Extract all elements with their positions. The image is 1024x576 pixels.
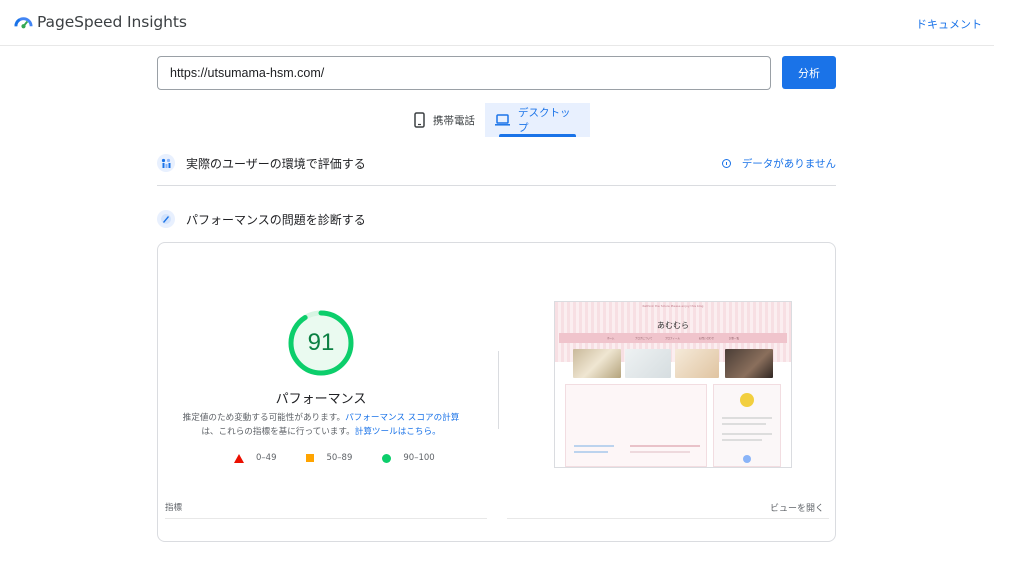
legend-poor-range: 0–49	[256, 453, 277, 463]
lighthouse-icon	[157, 210, 175, 228]
performance-label: パフォーマンス	[275, 392, 367, 407]
lab-data-title: パフォーマンスの問題を診断する	[186, 212, 366, 227]
app-header: PageSpeed Insights ドキュメント	[0, 0, 994, 46]
score-calculation-link[interactable]: パフォーマンス スコアの計算	[345, 413, 459, 423]
legend-average: 50–89	[306, 453, 352, 463]
screenshot-nav-item: お問い合わせ	[699, 337, 715, 340]
legend-average-range: 50–89	[326, 453, 353, 463]
no-data-text: データがありません	[741, 157, 836, 170]
screenshot-image	[675, 349, 719, 378]
performance-score: 91	[307, 329, 335, 356]
no-data-notice[interactable]: データがありません	[721, 156, 836, 171]
expand-view-toggle[interactable]: ビューを開く	[770, 501, 824, 514]
screenshot-image	[625, 349, 671, 378]
score-description: 推定値のため変動する可能性があります。パフォーマンス スコアの計算 は、これらの…	[178, 411, 464, 439]
circle-icon	[382, 453, 392, 463]
device-tabs: 携帯電話 デスクトップ	[404, 103, 590, 137]
metrics-heading: 指標	[165, 503, 183, 513]
legend-poor: 0–49	[234, 453, 276, 463]
metrics-divider	[507, 518, 829, 519]
docs-link[interactable]: ドキュメント	[916, 16, 982, 32]
performance-card: 91 パフォーマンス 推定値のため変動する可能性があります。パフォーマンス スコ…	[157, 242, 836, 542]
legend-good: 90–100	[382, 453, 435, 463]
laptop-icon	[495, 114, 510, 126]
score-legend: 0–49 50–89 90–100	[234, 453, 465, 463]
screenshot-image	[573, 349, 621, 378]
screenshot-nav-item: プロフィール	[665, 337, 680, 340]
url-input[interactable]	[157, 56, 771, 90]
tab-desktop[interactable]: デスクトップ	[485, 103, 590, 137]
legend-good-range: 90–100	[403, 453, 435, 463]
screenshot-sidebar	[713, 384, 781, 467]
tab-mobile[interactable]: 携帯電話	[404, 103, 485, 137]
screenshot-top-banner: Rethink the future Please enjoy this blo…	[642, 304, 704, 308]
field-data-title: 実際のユーザーの環境で評価する	[186, 156, 366, 171]
desc-text-2: は、これらの指標を基に行っています。	[201, 427, 355, 437]
metrics-divider	[165, 518, 487, 519]
screenshot-nav-item: 記事一覧	[729, 337, 740, 340]
screenshot-image	[725, 349, 773, 378]
screenshot-main-content	[565, 384, 707, 467]
screenshot-site-title: あむむら	[657, 321, 689, 330]
smartphone-icon	[414, 112, 425, 128]
calculator-link[interactable]: 計算ツールはこちら。	[355, 427, 441, 437]
desc-text-1: 推定値のため変動する可能性があります。	[182, 413, 346, 423]
pagespeed-logo-icon	[14, 17, 33, 29]
vertical-divider	[498, 351, 499, 429]
info-icon	[721, 158, 731, 168]
screenshot-nav: ホーム ブログについて プロフィール お問い合わせ 記事一覧	[559, 333, 787, 343]
field-data-section: 実際のユーザーの環境で評価する データがありません	[157, 152, 836, 174]
triangle-icon	[234, 453, 244, 463]
section-divider	[157, 185, 836, 186]
app-logo[interactable]: PageSpeed Insights	[14, 12, 187, 31]
tab-mobile-label: 携帯電話	[433, 114, 475, 127]
users-icon	[157, 154, 175, 172]
app-title: PageSpeed Insights	[37, 12, 187, 31]
lab-data-section: パフォーマンスの問題を診断する	[157, 208, 836, 230]
screenshot-nav-item: ホーム	[607, 337, 615, 340]
square-icon	[306, 454, 315, 462]
screenshot-nav-item: ブログについて	[635, 337, 653, 340]
page-screenshot: Rethink the future Please enjoy this blo…	[554, 301, 792, 468]
analyze-button[interactable]: 分析	[782, 56, 836, 89]
tab-desktop-label: デスクトップ	[518, 107, 571, 134]
